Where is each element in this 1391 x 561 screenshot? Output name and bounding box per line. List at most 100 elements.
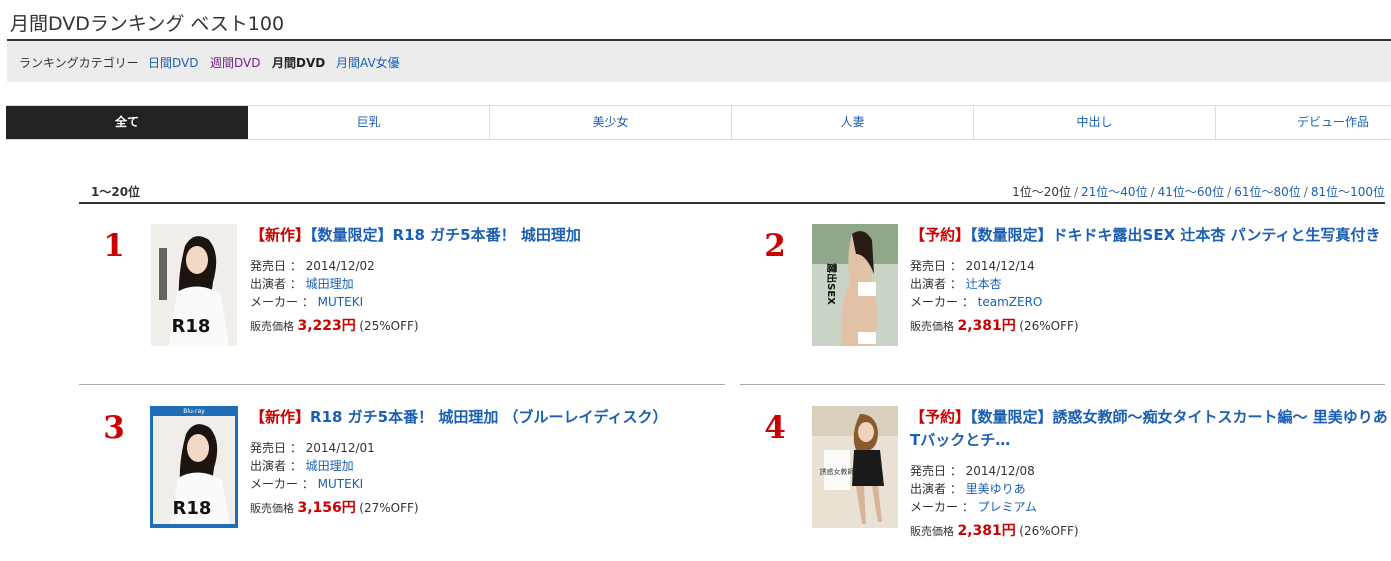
date-value: 2014/12/14	[965, 259, 1035, 273]
cover-image[interactable]: 露出SEX	[812, 224, 898, 346]
item-divider	[740, 384, 1385, 385]
pager-current: 1位〜20位	[1012, 185, 1071, 199]
price-value: 2,381円	[957, 318, 1016, 334]
item-divider	[79, 384, 725, 385]
cast-label: 出演者 ：	[250, 459, 302, 473]
range-rule	[79, 202, 1385, 204]
price-label: 販売価格	[910, 525, 954, 538]
pager-link[interactable]: 81位〜100位	[1311, 185, 1385, 199]
item-maker: メーカー ： teamZERO	[910, 293, 1388, 311]
item-cast: 出演者 ： 里美ゆりあ	[910, 480, 1388, 498]
category-monthly-actress-link[interactable]: 月間AV女優	[336, 54, 400, 71]
maker-label: メーカー ：	[910, 295, 974, 309]
item-price: 販売価格 2,381円 (26%OFF)	[910, 316, 1388, 337]
cast-label: 出演者 ：	[910, 277, 962, 291]
item-title-link[interactable]: 【新作】【数量限定】R18 ガチ5本番！ 城田理加	[250, 226, 581, 244]
cover-image[interactable]: R18	[151, 224, 237, 346]
item-release-date: 発売日 ： 2014/12/08	[910, 462, 1388, 480]
tab-all[interactable]: 全て	[6, 106, 248, 139]
date-value: 2014/12/08	[965, 464, 1035, 478]
maker-link[interactable]: プレミアム	[978, 500, 1037, 514]
range-heading: 1〜20位	[91, 185, 141, 199]
category-monthly-dvd-current: 月間DVD	[272, 56, 326, 70]
item-price: 販売価格 2,381円 (26%OFF)	[910, 521, 1388, 542]
cover-image[interactable]: 誘惑女教師	[812, 406, 898, 528]
cover-title-text: 誘惑女教師	[820, 467, 855, 476]
item-tag: 【新作】	[250, 408, 311, 426]
tab-married[interactable]: 人妻	[732, 106, 974, 139]
date-label: 発売日 ：	[910, 259, 962, 273]
tab-bishoujo[interactable]: 美少女	[490, 106, 732, 139]
pager-link[interactable]: 21位〜40位	[1081, 185, 1148, 199]
item-info: 【予約】【数量限定】ドキドキ露出SEX 辻本杏 パンティと生写真付き 発売日 ：…	[910, 224, 1388, 337]
rank-number: 4	[764, 410, 786, 446]
item-release-date: 発売日 ： 2014/12/01	[250, 439, 720, 457]
date-label: 発売日 ：	[250, 259, 302, 273]
item-title: 【数量限定】誘惑女教師〜痴女タイトスカート編〜 里美ゆりあ Tバックとチ…	[910, 408, 1388, 449]
pager-separator: /	[1227, 185, 1232, 199]
item-title: 【数量限定】ドキドキ露出SEX 辻本杏 パンティと生写真付き	[970, 226, 1381, 244]
item-price: 販売価格 3,223円 (25%OFF)	[250, 316, 720, 337]
tab-big-breasts[interactable]: 巨乳	[248, 106, 490, 139]
cast-label: 出演者 ：	[250, 277, 302, 291]
rank-number: 2	[764, 228, 786, 264]
item-title: R18 ガチ5本番！ 城田理加 （ブルーレイディスク）	[310, 408, 668, 426]
item-maker: メーカー ： プレミアム	[910, 498, 1388, 516]
item-maker: メーカー ： MUTEKI	[250, 475, 720, 493]
item-title-link[interactable]: 【新作】R18 ガチ5本番！ 城田理加 （ブルーレイディスク）	[250, 408, 668, 426]
maker-label: メーカー ：	[910, 500, 974, 514]
genre-tabs: 全て 巨乳 美少女 人妻 中出し デビュー作品	[6, 105, 1391, 140]
item-info: 【新作】【数量限定】R18 ガチ5本番！ 城田理加 発売日 ： 2014/12/…	[250, 224, 720, 337]
date-value: 2014/12/01	[305, 441, 375, 455]
rank-number: 3	[103, 410, 125, 446]
category-label: ランキングカテゴリー	[19, 56, 139, 70]
discount-text: (25%OFF)	[359, 319, 419, 333]
pager-link[interactable]: 61位〜80位	[1234, 185, 1301, 199]
item-title-link[interactable]: 【予約】【数量限定】誘惑女教師〜痴女タイトスカート編〜 里美ゆりあ Tバックとチ…	[910, 408, 1388, 449]
category-daily-dvd-link[interactable]: 日間DVD	[148, 54, 198, 71]
cover-title-text: 露出SEX	[825, 263, 838, 305]
pager-separator: /	[1150, 185, 1155, 199]
cast-link[interactable]: 辻本杏	[966, 277, 1002, 291]
item-cast: 出演者 ： 城田理加	[250, 275, 720, 293]
tab-debut[interactable]: デビュー作品	[1216, 106, 1391, 139]
pager-separator: /	[1073, 185, 1079, 199]
tab-creampie[interactable]: 中出し	[974, 106, 1216, 139]
pager-link[interactable]: 41位〜60位	[1158, 185, 1225, 199]
item-tag: 【新作】	[250, 226, 311, 244]
discount-text: (26%OFF)	[1019, 524, 1079, 538]
discount-text: (27%OFF)	[359, 501, 419, 515]
item-release-date: 発売日 ： 2014/12/02	[250, 257, 720, 275]
price-value: 3,156円	[297, 500, 356, 516]
maker-link[interactable]: MUTEKI	[318, 477, 363, 491]
maker-label: メーカー ：	[250, 295, 314, 309]
item-tag: 【予約】	[910, 408, 971, 426]
price-value: 2,381円	[957, 523, 1016, 539]
item-tag: 【予約】	[910, 226, 971, 244]
date-label: 発売日 ：	[250, 441, 302, 455]
cast-link[interactable]: 城田理加	[306, 459, 354, 473]
pager-separator: /	[1303, 185, 1308, 199]
price-label: 販売価格	[910, 320, 954, 333]
item-title-link[interactable]: 【予約】【数量限定】ドキドキ露出SEX 辻本杏 パンティと生写真付き	[910, 226, 1380, 244]
rank-number: 1	[103, 228, 125, 264]
item-release-date: 発売日 ： 2014/12/14	[910, 257, 1388, 275]
range-pager: 1位〜20位/21位〜40位/41位〜60位/61位〜80位/81位〜100位	[1012, 183, 1385, 200]
date-label: 発売日 ：	[910, 464, 962, 478]
item-info: 【予約】【数量限定】誘惑女教師〜痴女タイトスカート編〜 里美ゆりあ Tバックとチ…	[910, 406, 1388, 542]
cover-image[interactable]: Blu-ray R18	[150, 406, 238, 528]
cast-link[interactable]: 城田理加	[306, 277, 354, 291]
item-title: 【数量限定】R18 ガチ5本番！ 城田理加	[310, 226, 581, 244]
cast-label: 出演者 ：	[910, 482, 962, 496]
maker-link[interactable]: teamZERO	[978, 295, 1043, 309]
price-value: 3,223円	[297, 318, 356, 334]
cover-title-text: R18	[173, 498, 212, 519]
cast-link[interactable]: 里美ゆりあ	[966, 482, 1026, 496]
maker-link[interactable]: MUTEKI	[318, 295, 363, 309]
cover-title-text: R18	[172, 316, 211, 337]
item-maker: メーカー ： MUTEKI	[250, 293, 720, 311]
item-info: 【新作】R18 ガチ5本番！ 城田理加 （ブルーレイディスク） 発売日 ： 20…	[250, 406, 720, 519]
page-title: 月間DVDランキング ベスト100	[10, 13, 285, 35]
maker-label: メーカー ：	[250, 477, 314, 491]
category-weekly-dvd-link[interactable]: 週間DVD	[210, 54, 260, 71]
